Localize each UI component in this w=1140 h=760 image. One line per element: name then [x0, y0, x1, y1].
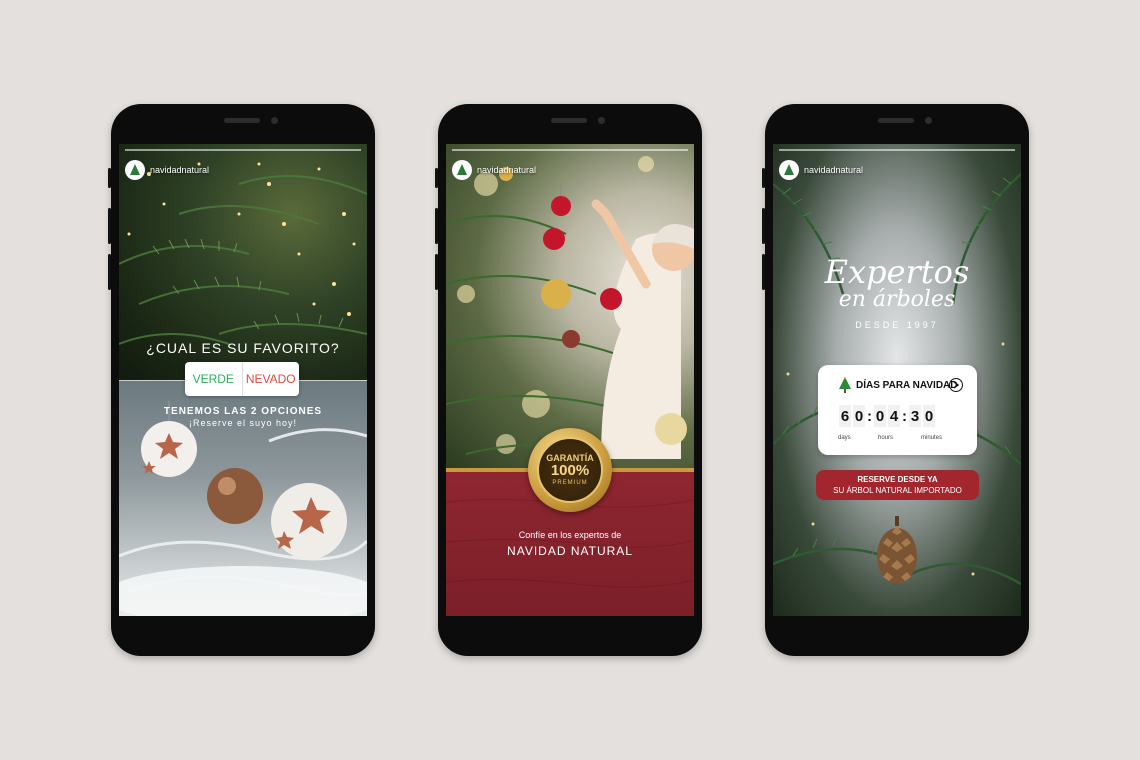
speaker: [224, 118, 260, 123]
account-name: navidadnatural: [804, 165, 864, 175]
trust-caption: Confíe en los expertos de: [518, 530, 622, 540]
speaker: [551, 118, 587, 123]
label-hours: hours: [878, 435, 894, 441]
side-button: [762, 254, 765, 290]
front-camera: [271, 117, 278, 124]
side-button: [435, 254, 438, 290]
badge-text-2: 100%: [550, 462, 590, 479]
badge-inner: GARANTÍA 100% PREMIUM: [537, 437, 603, 503]
front-camera: [925, 117, 932, 124]
side-button: [762, 168, 765, 188]
guarantee-badge: GARANTÍA 100% PREMIUM: [528, 428, 612, 512]
chevron-circle-icon[interactable]: [949, 378, 963, 392]
tree-logo-icon: [130, 164, 140, 175]
countdown-title: DÍAS PARA NAVIDAD: [856, 379, 958, 391]
story-progress-bar: [125, 149, 361, 151]
avatar: [779, 160, 799, 180]
phone-mockup-2: GARANTÍA 100% PREMIUM Confíe en los expe…: [435, 104, 702, 656]
story-progress-bar: [452, 149, 688, 151]
side-button: [435, 168, 438, 188]
story-screen-1[interactable]: navidadnatural ¿CUAL ES SU FAVORITO? VER…: [119, 144, 367, 616]
brand-caption: NAVIDAD NATURAL: [507, 544, 633, 558]
digit: 0: [853, 405, 865, 427]
story-screen-3[interactable]: Expertos en árboles DESDE 1997 DÍAS PARA…: [773, 144, 1021, 616]
digit-separator: :: [902, 407, 907, 425]
story-progress-bar: [779, 149, 1015, 151]
countdown-sticker[interactable]: DÍAS PARA NAVIDAD 6 0 : 0 4 : 3 0 days h…: [818, 365, 977, 455]
avatar: [125, 160, 145, 180]
cta-line-1: RESERVE DESDE YA: [857, 475, 938, 484]
account-header[interactable]: navidadnatural: [125, 160, 209, 180]
digit: 0: [874, 405, 886, 427]
pinecone-icon: [877, 516, 917, 584]
reserve-text: ¡Reserve el suyo hoy!: [188, 418, 298, 428]
digit: 3: [909, 405, 921, 427]
account-name: navidadnatural: [150, 165, 210, 175]
options-text: TENEMOS LAS 2 OPCIONES: [163, 406, 323, 417]
poll-sticker: VERDE NEVADO: [185, 362, 299, 396]
poll-option-verde[interactable]: VERDE: [185, 362, 243, 396]
digit: 0: [923, 405, 935, 427]
tree-scene: [446, 156, 694, 459]
account-header[interactable]: navidadnatural: [779, 160, 863, 180]
headline-expertos: Expertos: [824, 253, 970, 291]
avatar: [452, 160, 472, 180]
since-text: DESDE 1997: [855, 320, 939, 330]
digit-separator: :: [867, 407, 872, 425]
side-button: [108, 254, 111, 290]
tree-logo-icon: [784, 164, 794, 175]
cta-line-2: SU ÁRBOL NATURAL IMPORTADO: [833, 486, 962, 495]
speaker: [878, 118, 914, 123]
reserve-cta-button[interactable]: RESERVE DESDE YA SU ÁRBOL NATURAL IMPORT…: [816, 470, 979, 500]
side-button: [435, 208, 438, 244]
label-minutes: minutes: [921, 435, 943, 441]
girl-tree-photo: [446, 144, 694, 470]
countdown-digits: 6 0 : 0 4 : 3 0: [839, 405, 935, 427]
side-button: [108, 208, 111, 244]
story-screen-2[interactable]: GARANTÍA 100% PREMIUM Confíe en los expe…: [446, 144, 694, 616]
badge-text-3: PREMIUM: [552, 480, 588, 486]
account-name: navidadnatural: [477, 165, 537, 175]
digit: 4: [888, 405, 900, 427]
side-button: [108, 168, 111, 188]
digit: 6: [839, 405, 851, 427]
tree-emoji-icon: [839, 377, 851, 393]
phone-mockup-3: Expertos en árboles DESDE 1997 DÍAS PARA…: [762, 104, 1029, 656]
side-button: [762, 208, 765, 244]
label-days: days: [838, 435, 851, 441]
countdown-header: DÍAS PARA NAVIDAD: [838, 377, 957, 393]
account-header[interactable]: navidadnatural: [452, 160, 536, 180]
tree-logo-icon: [457, 164, 467, 175]
poll-question: ¿CUAL ES SU FAVORITO?: [146, 340, 340, 356]
front-camera: [598, 117, 605, 124]
headline-arboles: en árboles: [838, 287, 956, 312]
poll-option-nevado[interactable]: NEVADO: [243, 362, 300, 396]
phone-mockup-1: navidadnatural ¿CUAL ES SU FAVORITO? VER…: [108, 104, 375, 656]
